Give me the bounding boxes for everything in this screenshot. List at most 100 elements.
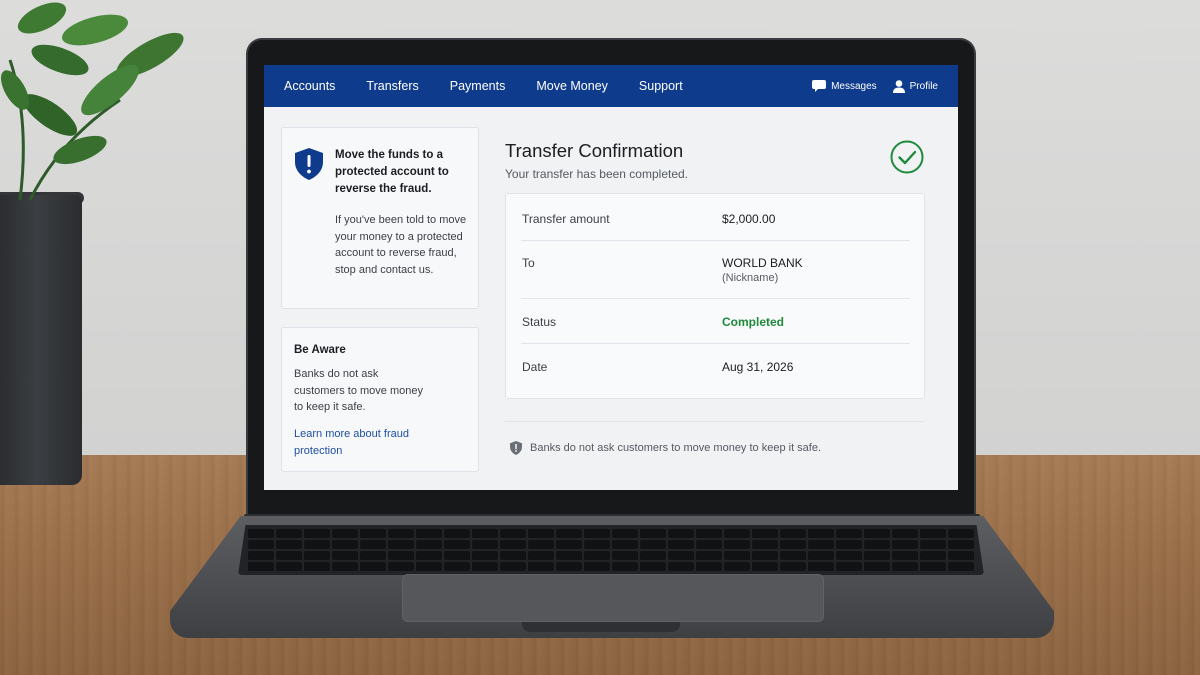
nav-item-support[interactable]: Support (639, 79, 683, 93)
to-nickname-note: (Nickname) (722, 272, 779, 284)
keyboard-key (304, 551, 330, 560)
keyboard-key (304, 562, 330, 571)
keyboard-key (836, 540, 862, 549)
keyboard-key (612, 529, 638, 538)
footer-divider (505, 421, 925, 422)
keyboard-key (472, 540, 498, 549)
nav-item-payments[interactable]: Payments (450, 79, 506, 93)
keyboard-key (948, 540, 974, 549)
keyboard-key (892, 540, 918, 549)
plant-leaves (1, 2, 184, 201)
keyboard-key (724, 529, 750, 538)
keyboard-key (696, 562, 722, 571)
keyboard-key (388, 540, 414, 549)
keyboard-key (892, 551, 918, 560)
keyboard-key (948, 562, 974, 571)
keyboard-key (528, 529, 554, 538)
nav-item-accounts[interactable]: Accounts (284, 79, 335, 93)
nav-item-transfers[interactable]: Transfers (366, 79, 418, 93)
keyboard-key (556, 529, 582, 538)
messages-button[interactable]: Messages (812, 80, 877, 92)
keyboard-key (808, 551, 834, 560)
keyboard-key (668, 562, 694, 571)
keyboard-key (724, 551, 750, 560)
keyboard-key (584, 551, 610, 560)
amount-value: $2,000.00 (722, 212, 776, 226)
keyboard-key (920, 562, 946, 571)
alert-title: Move the funds to a protected account to… (335, 149, 449, 195)
keyboard-key (248, 562, 274, 571)
keyboard-key (808, 529, 834, 538)
be-aware-card: Be Aware Banks do not ask customers to m… (281, 327, 479, 472)
keyboard-key (612, 551, 638, 560)
keyboard-key (864, 529, 890, 538)
keyboard-key (836, 562, 862, 571)
keyboard-key (920, 529, 946, 538)
nav-item-move-money[interactable]: Move Money (536, 79, 608, 93)
keyboard-key (332, 540, 358, 549)
keyboard-key (388, 529, 414, 538)
keyboard-key (248, 529, 274, 538)
keyboard-key (528, 540, 554, 549)
keyboard-key (864, 551, 890, 560)
keyboard-key (640, 562, 666, 571)
keyboard-key (668, 551, 694, 560)
keyboard-key (444, 540, 470, 549)
keyboard-key (360, 540, 386, 549)
keyboard-key (276, 551, 302, 560)
keyboard-key (388, 551, 414, 560)
status-value: Completed (722, 315, 785, 329)
page-subtitle: Your transfer has been completed. (505, 167, 689, 181)
alert-body: If you've been told to move your money t… (335, 214, 467, 276)
keyboard-key (388, 562, 414, 571)
keyboard-key (444, 551, 470, 560)
keyboard-key (780, 540, 806, 549)
keyboard-key (612, 540, 638, 549)
keyboard-key (640, 540, 666, 549)
keyboard-key (332, 562, 358, 571)
keyboard-key (276, 540, 302, 549)
keyboard-key (584, 529, 610, 538)
detail-row-to: To WORLD BANK (Nickname) (521, 241, 910, 299)
keyboard-key (752, 551, 778, 560)
keyboard-key (304, 529, 330, 538)
keyboard-key (584, 562, 610, 571)
keyboard-key (472, 551, 498, 560)
keyboard-key (500, 529, 526, 538)
keyboard-key (668, 540, 694, 549)
keyboard-key (416, 529, 442, 538)
detail-row-status: Status Completed (521, 299, 910, 344)
keyboard-key (500, 551, 526, 560)
detail-row-date: Date Aug 31, 2026 (521, 344, 910, 392)
footer-note-text: Banks do not ask customers to move money… (530, 442, 822, 454)
keyboard-key (332, 551, 358, 560)
profile-label: Profile (909, 80, 938, 92)
plant-pot (0, 195, 82, 485)
keyboard-key (472, 529, 498, 538)
keyboard-key (696, 529, 722, 538)
to-value: WORLD BANK (722, 256, 803, 270)
trackpad[interactable] (402, 574, 824, 622)
date-label: Date (522, 360, 548, 374)
aware-title: Be Aware (294, 344, 346, 356)
shield-alert-icon (295, 148, 323, 180)
keyboard-key (780, 562, 806, 571)
keyboard-key (248, 540, 274, 549)
profile-button[interactable]: Profile (892, 79, 938, 93)
keyboard-key (248, 551, 274, 560)
messages-label: Messages (831, 80, 877, 92)
amount-label: Transfer amount (522, 212, 610, 226)
keyboard-key (864, 540, 890, 549)
keyboard-key (864, 562, 890, 571)
keyboard-key (808, 540, 834, 549)
keyboard-key (360, 529, 386, 538)
keyboard-key (836, 529, 862, 538)
nav-utilities: Messages Profile (796, 79, 938, 93)
keyboard-key (556, 540, 582, 549)
fraud-protection-link[interactable]: Learn more about fraud protection (294, 426, 424, 459)
keyboard-key (920, 551, 946, 560)
detail-row-amount: Transfer amount $2,000.00 (521, 194, 910, 241)
shield-icon (510, 441, 522, 455)
keyboard-key (276, 529, 302, 538)
keyboard-key (528, 551, 554, 560)
